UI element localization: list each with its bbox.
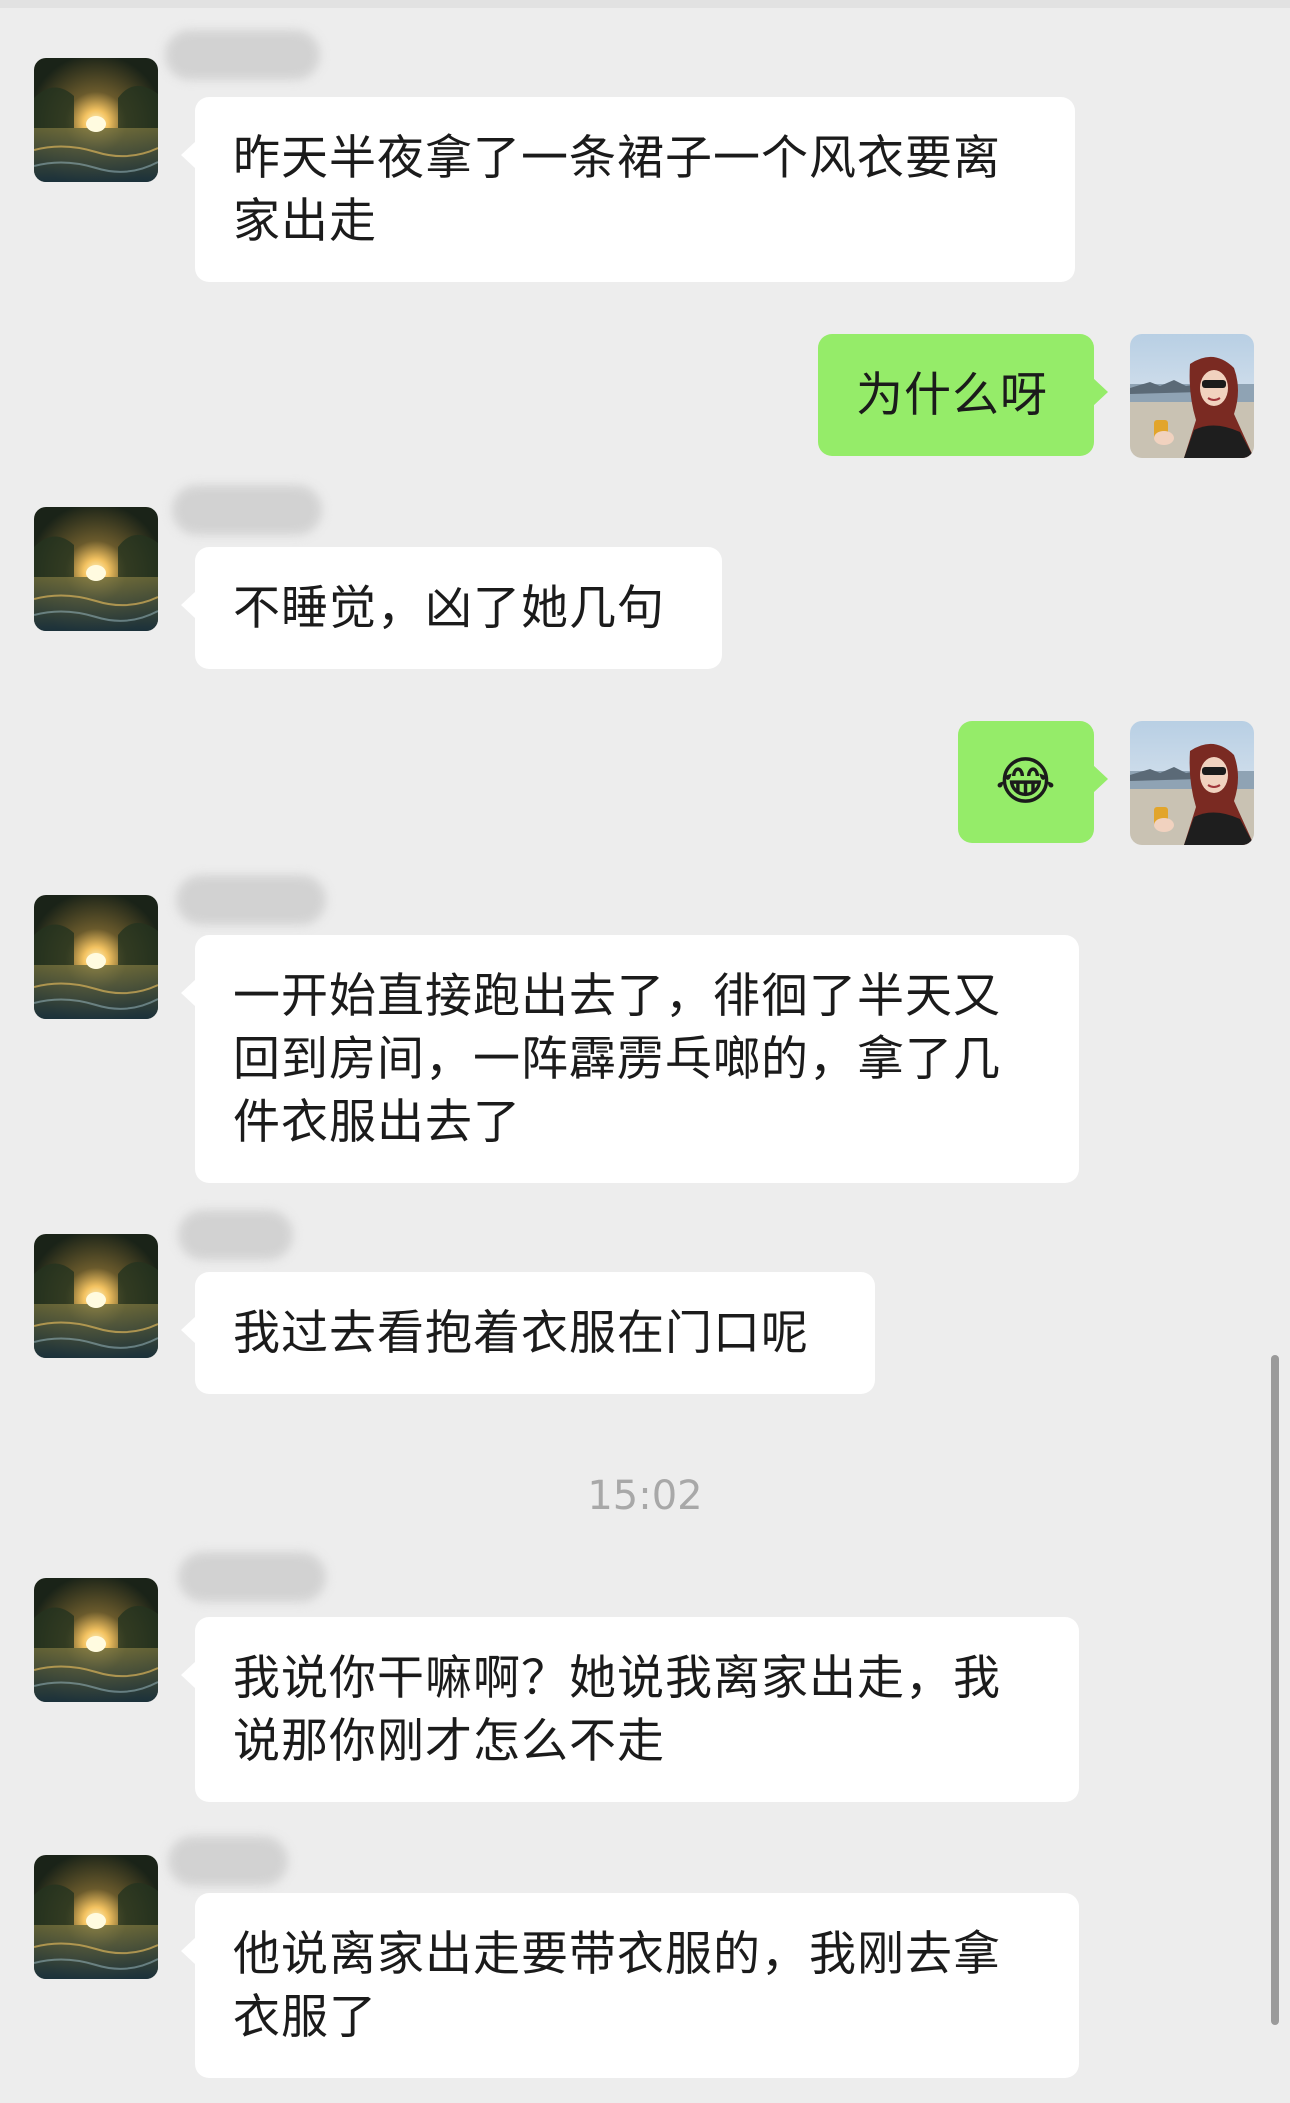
sunset-river-avatar-icon — [34, 895, 158, 1019]
message-text: 我说你干嘛啊？她说我离家出走，我说那你刚才怎么不走 — [233, 1651, 1001, 1769]
contact-avatar[interactable] — [34, 507, 158, 631]
top-edge — [0, 0, 1290, 8]
contact-avatar[interactable] — [34, 1234, 158, 1358]
message-text: 他说离家出走要带衣服的，我刚去拿衣服了 — [233, 1927, 1001, 2045]
contact-nickname-blurred — [178, 1552, 326, 1602]
woman-sunglasses-avatar-icon — [1130, 334, 1254, 458]
message-text: 昨天半夜拿了一条裙子一个风衣要离家出走 — [233, 131, 1001, 249]
message-bubble-incoming[interactable]: 我说你干嘛啊？她说我离家出走，我说那你刚才怎么不走 — [181, 1617, 1079, 1802]
contact-avatar[interactable] — [34, 58, 158, 182]
message-bubble-outgoing[interactable]: 为什么呀 — [818, 334, 1108, 456]
sunset-river-avatar-icon — [34, 1855, 158, 1979]
sunset-river-avatar-icon — [34, 507, 158, 631]
message-text: 我过去看抱着衣服在门口呢 — [233, 1306, 809, 1361]
woman-sunglasses-avatar-icon — [1130, 721, 1254, 845]
message-bubble-incoming[interactable]: 不睡觉，凶了她几句 — [181, 547, 722, 669]
contact-avatar[interactable] — [34, 1578, 158, 1702]
message-text: 为什么呀 — [856, 368, 1048, 423]
message-bubble-outgoing[interactable]: 😂 — [958, 721, 1108, 843]
scrollbar[interactable] — [1271, 1355, 1279, 2025]
sunset-river-avatar-icon — [34, 1234, 158, 1358]
tears-of-joy-emoji: 😂 — [995, 752, 1057, 812]
contact-nickname-blurred — [178, 1210, 293, 1260]
message-bubble-incoming[interactable]: 昨天半夜拿了一条裙子一个风衣要离家出走 — [181, 97, 1075, 282]
contact-nickname-blurred — [172, 485, 322, 535]
message-timestamp: 15:02 — [587, 1473, 703, 1519]
message-text: 一开始直接跑出去了，徘徊了半天又回到房间，一阵霹雳乓啷的，拿了几件衣服出去了 — [233, 969, 1001, 1150]
contact-nickname-blurred — [168, 1836, 288, 1886]
contact-nickname-blurred — [176, 875, 326, 925]
sunset-river-avatar-icon — [34, 58, 158, 182]
contact-avatar[interactable] — [34, 1855, 158, 1979]
sunset-river-avatar-icon — [34, 1578, 158, 1702]
message-bubble-incoming[interactable]: 他说离家出走要带衣服的，我刚去拿衣服了 — [181, 1893, 1079, 2078]
my-avatar[interactable] — [1130, 721, 1254, 845]
contact-avatar[interactable] — [34, 895, 158, 1019]
message-text: 不睡觉，凶了她几句 — [233, 581, 665, 636]
contact-nickname-blurred — [165, 30, 320, 80]
my-avatar[interactable] — [1130, 334, 1254, 458]
message-bubble-incoming[interactable]: 我过去看抱着衣服在门口呢 — [181, 1272, 875, 1394]
message-bubble-incoming[interactable]: 一开始直接跑出去了，徘徊了半天又回到房间，一阵霹雳乓啷的，拿了几件衣服出去了 — [181, 935, 1079, 1183]
